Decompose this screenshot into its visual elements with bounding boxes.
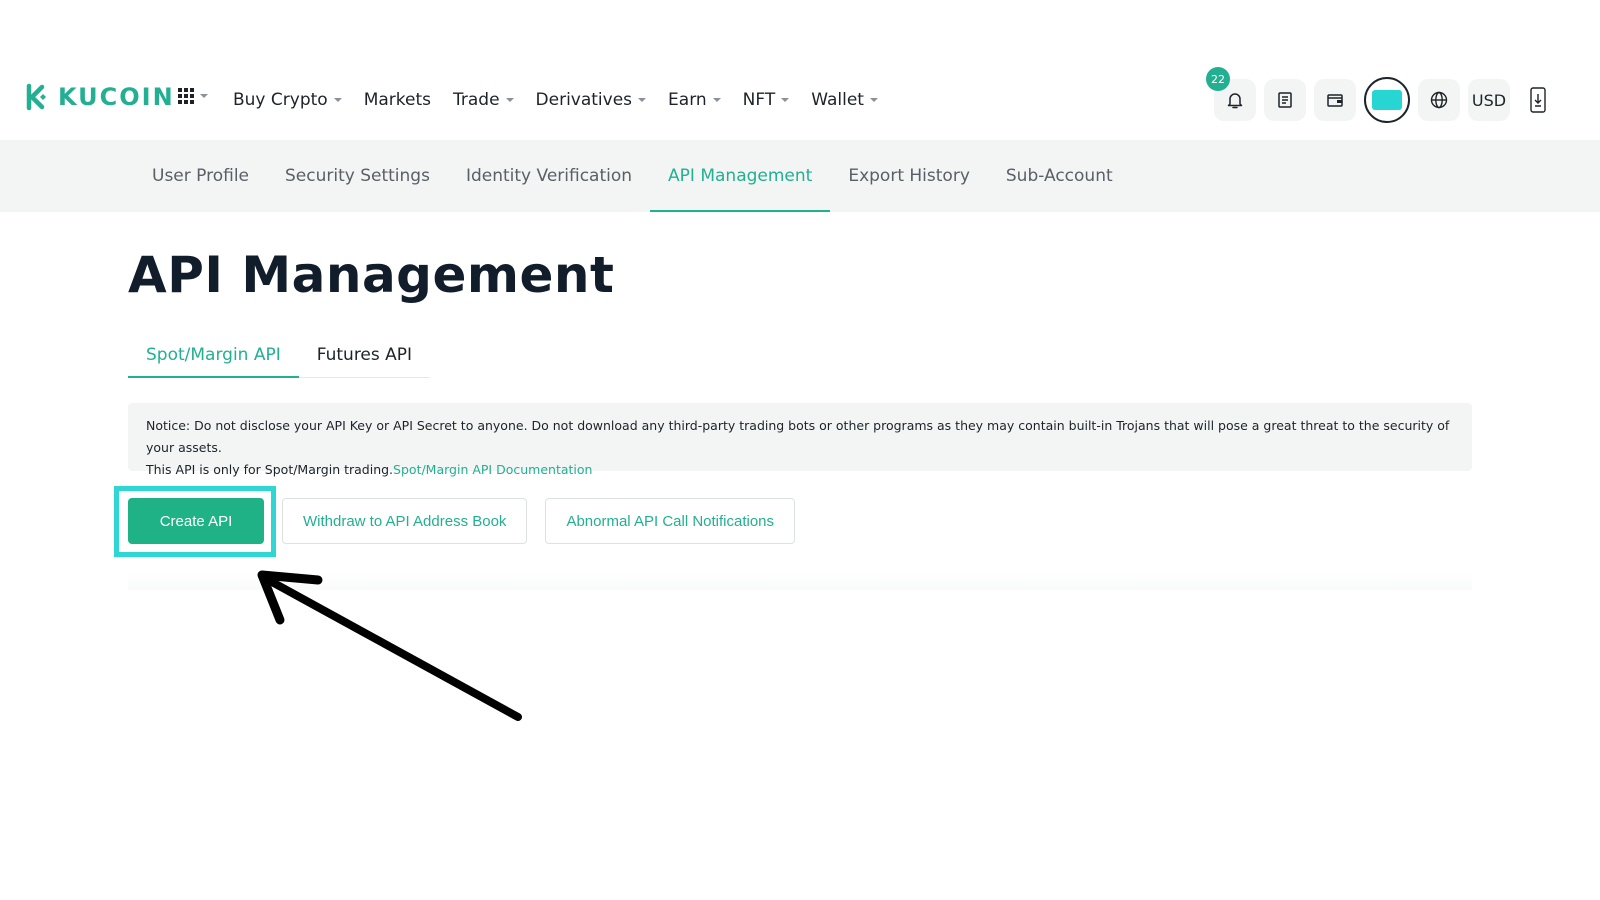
api-type-tabs: Spot/Margin API Futures API — [128, 333, 431, 378]
currency-button[interactable]: USD — [1468, 79, 1510, 121]
header-actions: 22 USD — [1206, 67, 1550, 123]
nav-derivatives[interactable]: Derivatives — [536, 90, 647, 110]
nav-label: Trade — [452, 90, 500, 110]
nav-label: Earn — [668, 90, 707, 110]
nav-buy-crypto[interactable]: Buy Crypto — [233, 90, 342, 110]
chevron-down-icon — [638, 98, 647, 102]
tab-identity-verification[interactable]: Identity Verification — [448, 140, 650, 212]
tab-futures-api[interactable]: Futures API — [299, 333, 430, 377]
chevron-down-icon — [712, 98, 721, 102]
withdraw-address-book-button[interactable]: Withdraw to API Address Book — [282, 498, 528, 544]
avatar — [1372, 90, 1402, 110]
chevron-down-icon — [200, 94, 208, 98]
bell-icon — [1227, 93, 1243, 109]
kucoin-logo-icon — [26, 83, 46, 111]
top-navigation: KUCOIN Buy Crypto Markets Trade Derivati… — [0, 60, 1600, 140]
notice-text-2: This API is only for Spot/Margin trading… — [146, 462, 394, 477]
download-app-button[interactable] — [1526, 79, 1550, 121]
notifications-button[interactable]: 22 — [1206, 67, 1256, 121]
nav-label: Markets — [363, 90, 431, 110]
orders-icon — [1278, 92, 1292, 108]
user-avatar-button[interactable] — [1364, 77, 1410, 123]
account-subnav: User Profile Security Settings Identity … — [0, 140, 1600, 212]
tab-export-history[interactable]: Export History — [830, 140, 988, 212]
brand-name: KUCOIN — [58, 83, 175, 111]
tab-sub-account[interactable]: Sub-Account — [988, 140, 1131, 212]
chevron-down-icon — [869, 98, 878, 102]
apps-menu-button[interactable] — [178, 88, 208, 104]
tab-spot-margin-api[interactable]: Spot/Margin API — [128, 333, 299, 378]
nav-markets[interactable]: Markets — [364, 90, 431, 110]
account-tabs: User Profile Security Settings Identity … — [134, 140, 1131, 212]
language-button[interactable] — [1418, 79, 1460, 121]
wallet-button[interactable] — [1314, 79, 1356, 121]
chevron-down-icon — [333, 98, 342, 102]
notice-text: Notice: Do not disclose your API Key or … — [146, 418, 1450, 455]
tab-user-profile[interactable]: User Profile — [134, 140, 267, 212]
globe-icon — [1430, 91, 1448, 109]
chevron-down-icon — [781, 98, 790, 102]
nav-wallet[interactable]: Wallet — [811, 90, 878, 110]
highlight-annotation — [114, 486, 276, 557]
nav-earn[interactable]: Earn — [668, 90, 721, 110]
nav-label: NFT — [742, 90, 776, 110]
abnormal-api-notifications-button[interactable]: Abnormal API Call Notifications — [545, 498, 796, 544]
wallet-icon — [1327, 94, 1343, 107]
tab-security-settings[interactable]: Security Settings — [267, 140, 448, 212]
page-title: API Management — [128, 246, 615, 304]
notification-count-badge: 22 — [1206, 67, 1230, 91]
nav-trade[interactable]: Trade — [453, 90, 514, 110]
orders-button[interactable] — [1264, 79, 1306, 121]
chevron-down-icon — [505, 98, 514, 102]
apps-grid-icon — [178, 88, 194, 104]
download-app-icon — [1530, 87, 1546, 113]
api-list-placeholder — [128, 572, 1472, 590]
nav-nft[interactable]: NFT — [743, 90, 790, 110]
security-notice: Notice: Do not disclose your API Key or … — [128, 403, 1472, 477]
nav-label: Wallet — [811, 90, 864, 110]
nav-label: Derivatives — [535, 90, 633, 110]
kucoin-logo[interactable]: KUCOIN — [20, 82, 175, 112]
nav-label: Buy Crypto — [233, 90, 328, 110]
notice-line-2: This API is only for Spot/Margin trading… — [146, 459, 1454, 481]
tab-api-management[interactable]: API Management — [650, 140, 831, 212]
currency-label: USD — [1471, 90, 1507, 110]
main-menu: Buy Crypto Markets Trade Derivatives Ear… — [233, 83, 900, 117]
api-documentation-link[interactable]: Spot/Margin API Documentation — [393, 462, 592, 477]
